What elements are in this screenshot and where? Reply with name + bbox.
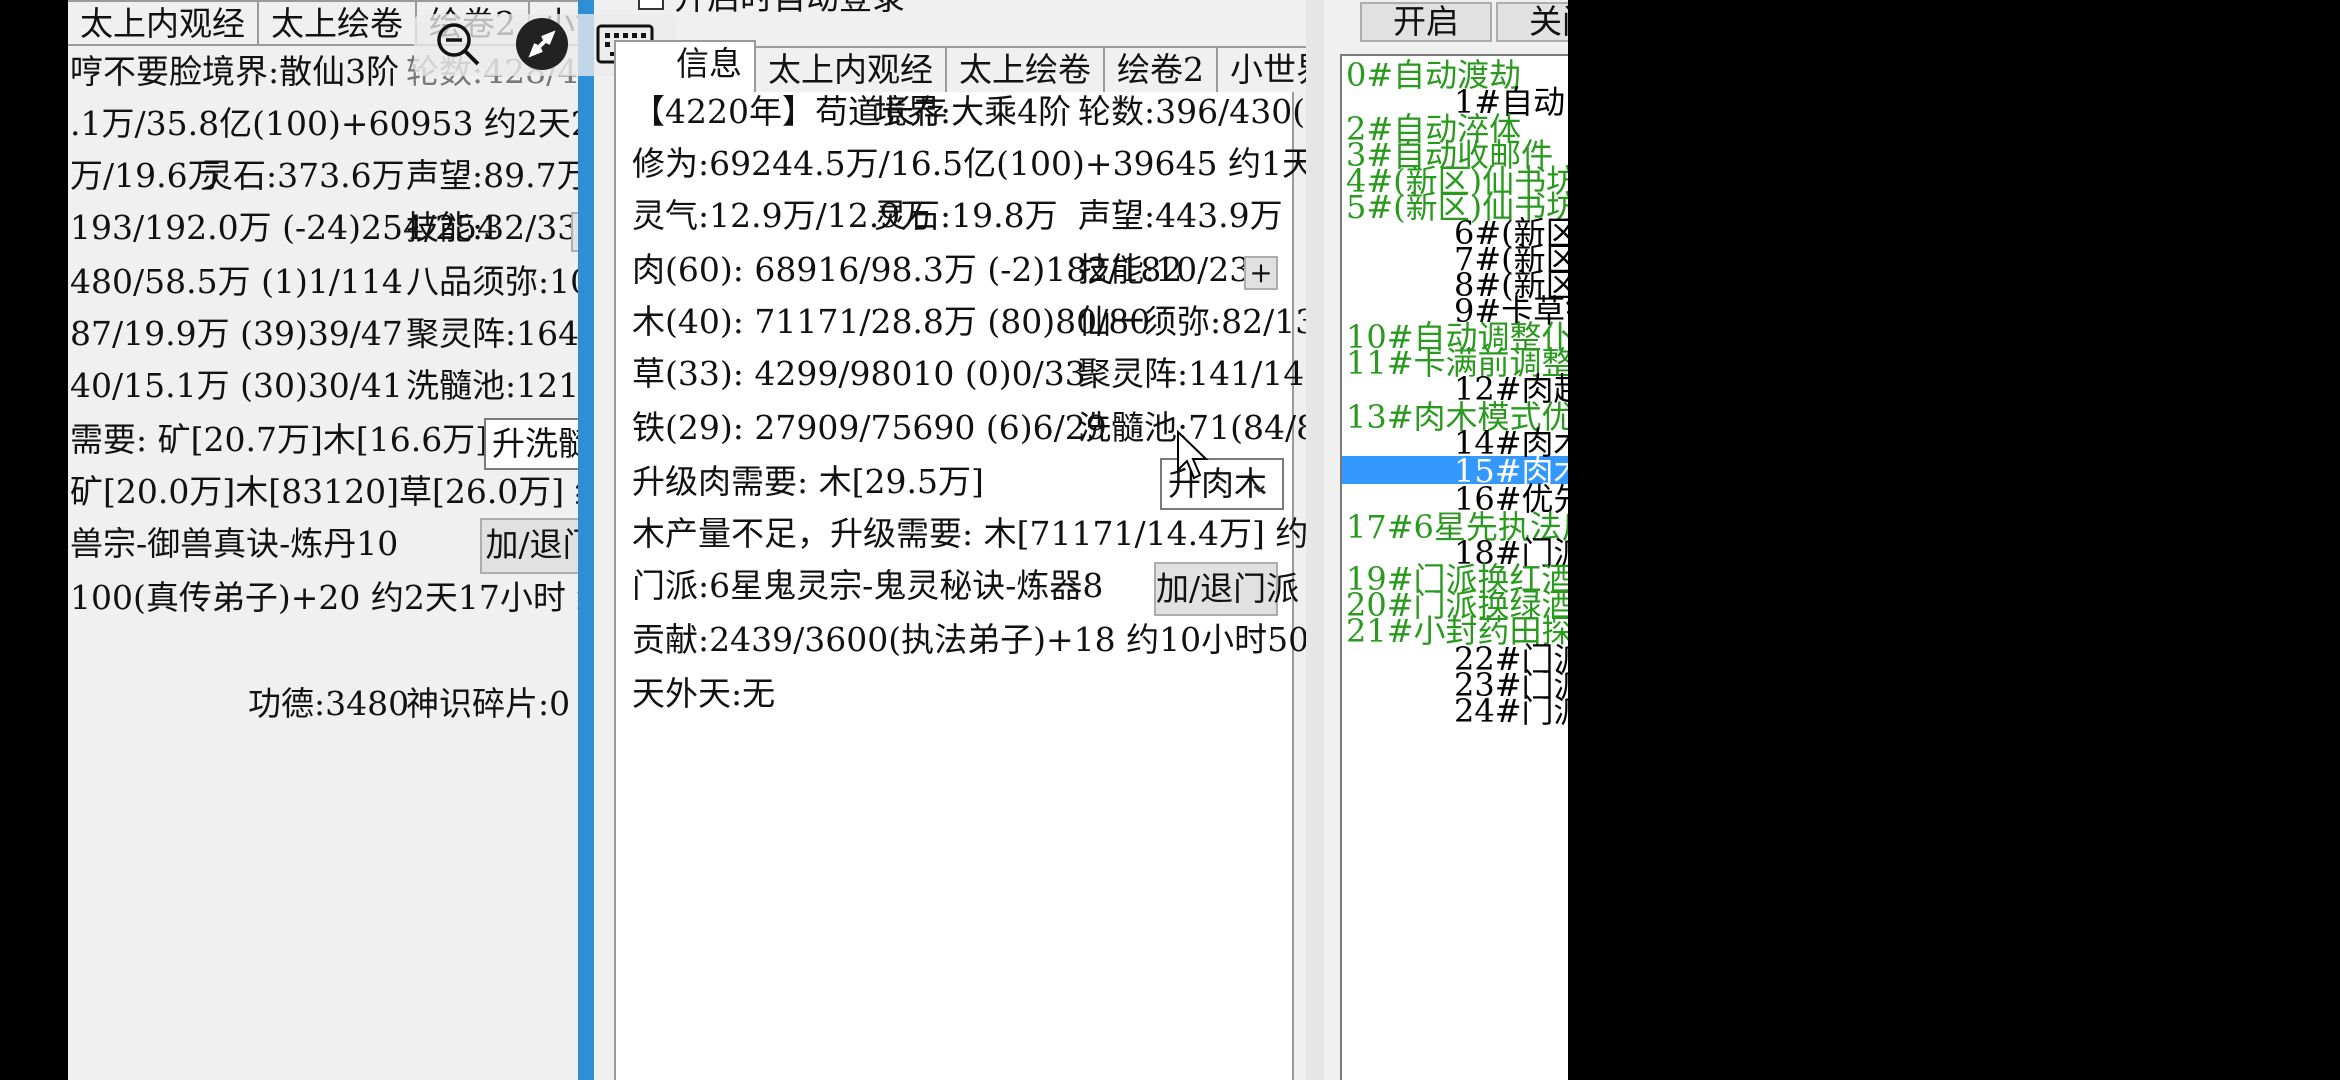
- spirit-array: 聚灵阵:141/146: [1078, 354, 1306, 393]
- fame: 声望:443.9万: [1078, 196, 1283, 235]
- left-resource-line: 矿[20.0万]木[83120]草[26.0万] 约20小时2分: [70, 472, 578, 511]
- left-skill: 技能:32/33: [406, 208, 578, 247]
- window-divider: [578, 0, 594, 1080]
- start-button[interactable]: 开启: [1360, 2, 1492, 42]
- left-merit: 功德:3480: [248, 684, 410, 723]
- script-list[interactable]: 0#自动渡劫 1#自动肉坐 2#自动淬体 3#自动收邮件 4#(新区)仙书坊买卖…: [1340, 54, 1568, 1080]
- left-sect: 兽宗-御兽真诀-炼丹10: [70, 524, 399, 563]
- mouse-cursor-icon: [1176, 429, 1212, 486]
- player-realm: 境界:大乘4阶: [874, 92, 1072, 131]
- cultivation: 修为:69244.5万/16.5亿(100)+39645 约1天9小时: [632, 144, 1306, 183]
- left-grass: 87/19.9万 (39)39/47: [70, 314, 403, 353]
- tab-huijuan2[interactable]: 绘卷2: [1103, 46, 1218, 92]
- remote-connect-icon[interactable]: [516, 18, 568, 70]
- spirit-stone: 灵石:19.8万: [874, 196, 1058, 235]
- join-sect-button[interactable]: 加/退门派: [1154, 562, 1299, 616]
- wood-shortage: 木产量不足，升级需要: 木[71171/14.4万] 约2小时31分: [632, 514, 1306, 553]
- screen-edge: [1568, 0, 2340, 1080]
- tianwaitian: 天外天:无: [632, 674, 776, 713]
- left-qi: 万/19.6万: [70, 156, 221, 195]
- tab-neiguan[interactable]: 太上内观经: [754, 46, 947, 92]
- left-xumi: 八品须弥:108/114: [406, 262, 578, 301]
- right-window: 开启 关闭 0#自动渡劫 1#自动肉坐 2#自动淬体 3#自动收邮件 4#(新区…: [1324, 0, 1568, 1080]
- tab-info[interactable]: 信息: [614, 40, 756, 92]
- left-wood: 480/58.5万 (1)1/114: [70, 262, 403, 301]
- zoom-out-icon[interactable]: [434, 20, 482, 68]
- left-realm: 境界:散仙3阶: [202, 52, 400, 91]
- left-tab-huijuan[interactable]: 太上绘卷: [257, 0, 417, 46]
- wood-resource: 木(40): 71171/28.8万 (80)80/80: [632, 302, 1151, 341]
- xumi-count: 仙一须弥:82/138: [1078, 302, 1306, 341]
- left-stone: 灵石:373.6万: [200, 156, 405, 195]
- left-cultivation: .1万/35.8亿(100)+60953 约2天21小时: [70, 104, 578, 143]
- tab-huijuan[interactable]: 太上绘卷: [945, 46, 1105, 92]
- upgrade-requirement: 升级肉需要: 木[29.5万]: [632, 462, 984, 501]
- middle-tab-bar: 信息 太上内观经 太上绘卷 绘卷2 小世界 商店: [614, 40, 1306, 92]
- grass-resource: 草(33): 4299/98010 (0)0/33: [632, 354, 1086, 393]
- middle-window: 开启时自动登录 信息 太上内观经 太上绘卷 绘卷2 小世界 商店 【4220年】…: [594, 0, 1306, 1080]
- left-iron: 40/15.1万 (30)30/41: [70, 366, 403, 405]
- left-tab-neiguan[interactable]: 太上内观经: [68, 0, 259, 46]
- tab-small-world[interactable]: 小世界: [1216, 46, 1306, 92]
- left-window: 太上内观经 太上绘卷 绘卷2 小世界 商店 哼不要脸 境界:散仙3阶 轮数:42…: [68, 0, 578, 1080]
- left-select-value: 升洗髓: [492, 424, 578, 463]
- sect-info: 门派:6星鬼灵宗-鬼灵秘诀-炼器8: [632, 566, 1104, 605]
- left-pool: 洗髓池:121(待收: [406, 366, 578, 405]
- auto-login-label: 开启时自动登录: [674, 0, 905, 18]
- left-upgrade-select[interactable]: 升洗髓: [484, 418, 578, 470]
- left-plus-button[interactable]: [571, 212, 578, 252]
- skill-plus-button[interactable]: +: [1244, 256, 1278, 290]
- left-fame: 声望:89.7万: [406, 156, 578, 195]
- list-item[interactable]: 24#门派后: [1454, 695, 1568, 727]
- skill-count: 技能:10/23: [1078, 250, 1251, 289]
- chevron-down-icon: ⌄: [1248, 469, 1270, 499]
- auto-login-checkbox[interactable]: [638, 0, 664, 10]
- player-rounds: 轮数:396/430(34): [1078, 92, 1306, 131]
- left-spirit-shards: 神识碎片:0: [406, 684, 571, 723]
- left-join-sect-button[interactable]: 加/退门派: [480, 518, 578, 574]
- right-gap: [1306, 0, 1324, 1080]
- left-array: 聚灵阵:164/168: [406, 314, 578, 353]
- iron-resource: 铁(29): 27909/75690 (6)6/29: [632, 408, 1107, 447]
- left-name: 哼不要脸: [70, 52, 202, 91]
- close-button[interactable]: 关闭: [1496, 2, 1568, 42]
- contribution: 贡献:2439/3600(执法弟子)+18 约10小时50分 红绿 换秘诀后换门: [632, 620, 1306, 659]
- left-contribution: 100(真传弟子)+20 约2天17小时 红绿令: [70, 578, 578, 617]
